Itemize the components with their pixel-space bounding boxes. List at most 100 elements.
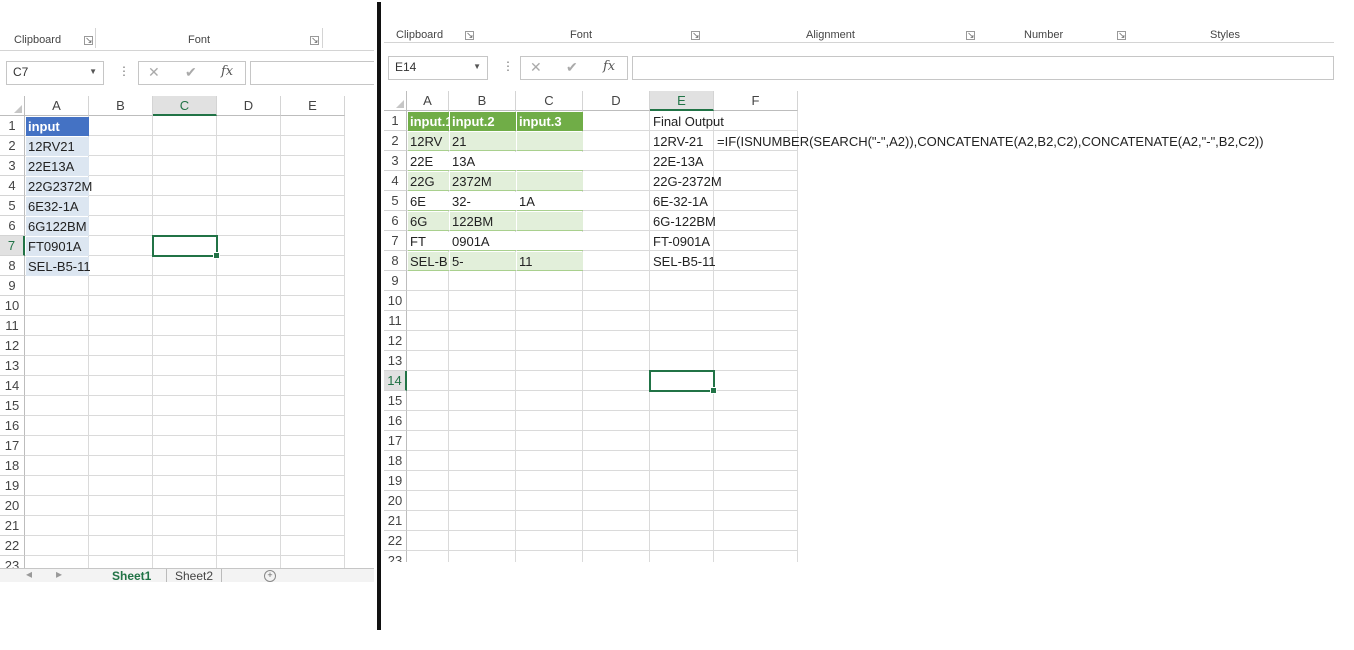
cell-f6[interactable] (714, 211, 798, 231)
cell-b19[interactable] (449, 471, 516, 491)
cell-a10[interactable] (407, 291, 449, 311)
cell-c14[interactable] (516, 371, 583, 391)
cell-a22[interactable] (25, 536, 89, 556)
cell-e7[interactable] (281, 236, 345, 256)
cell-d4[interactable] (583, 171, 650, 191)
cell-d21[interactable] (217, 516, 281, 536)
cell-b22[interactable] (449, 531, 516, 551)
input-value-cell[interactable]: SEL-B5-11 (26, 257, 91, 276)
cell-d9[interactable] (583, 271, 650, 291)
cell-d7[interactable] (583, 231, 650, 251)
cell-b14[interactable] (449, 371, 516, 391)
row-header-12[interactable]: 12 (384, 331, 407, 351)
ribbon-group-font[interactable]: Font (570, 29, 592, 41)
cell-e4[interactable] (281, 176, 345, 196)
cell-e19[interactable] (281, 476, 345, 496)
cell-c4[interactable] (153, 176, 217, 196)
row-header-21[interactable]: 21 (384, 511, 407, 531)
cell-a21[interactable] (407, 511, 449, 531)
cell-e9[interactable] (650, 271, 714, 291)
active-cell-selection[interactable] (152, 235, 220, 259)
cell-b21[interactable] (89, 516, 153, 536)
cell-e17[interactable] (650, 431, 714, 451)
cell-a13[interactable] (25, 356, 89, 376)
cell-c11[interactable] (153, 316, 217, 336)
cell-b17[interactable] (449, 431, 516, 451)
ribbon-group-clipboard[interactable]: Clipboard (396, 29, 443, 41)
cell-c23[interactable] (516, 551, 583, 562)
row-header-16[interactable]: 16 (384, 411, 407, 431)
row-header-18[interactable]: 18 (384, 451, 407, 471)
formula-bar-input[interactable] (250, 61, 374, 85)
cell-b16[interactable] (449, 411, 516, 431)
cell-d22[interactable] (217, 536, 281, 556)
table-data-cell[interactable]: SEL-B (408, 252, 449, 271)
cell-d1[interactable] (217, 116, 281, 136)
cell-a20[interactable] (407, 491, 449, 511)
row-header-3[interactable]: 3 (384, 151, 407, 171)
row-header-22[interactable]: 22 (384, 531, 407, 551)
cell-d4[interactable] (217, 176, 281, 196)
cell-b11[interactable] (449, 311, 516, 331)
row-header-14[interactable]: 14 (0, 376, 25, 396)
ribbon-group-clipboard[interactable]: Clipboard (14, 34, 61, 46)
cell-f22[interactable] (714, 531, 798, 551)
row-header-22[interactable]: 22 (0, 536, 25, 556)
cell-b6[interactable] (89, 216, 153, 236)
cell-e22[interactable] (650, 531, 714, 551)
cell-a15[interactable] (407, 391, 449, 411)
cell-c3[interactable] (153, 156, 217, 176)
column-header-b[interactable]: B (89, 96, 153, 116)
table-data-cell[interactable]: 6E (408, 192, 449, 211)
table-data-cell[interactable] (517, 212, 583, 231)
name-box[interactable]: C7 ▼ (6, 61, 104, 85)
cell-b13[interactable] (449, 351, 516, 371)
final-output-cell[interactable]: 22E-13A (651, 152, 714, 171)
column-header-c[interactable]: C (153, 96, 217, 116)
cell-e15[interactable] (650, 391, 714, 411)
column-header-c[interactable]: C (516, 91, 583, 111)
cell-d12[interactable] (217, 336, 281, 356)
cell-a19[interactable] (25, 476, 89, 496)
row-header-4[interactable]: 4 (384, 171, 407, 191)
row-header-10[interactable]: 10 (384, 291, 407, 311)
cell-c17[interactable] (153, 436, 217, 456)
cell-b9[interactable] (89, 276, 153, 296)
cell-d11[interactable] (583, 311, 650, 331)
cell-e14[interactable] (281, 376, 345, 396)
row-header-20[interactable]: 20 (0, 496, 25, 516)
cell-d20[interactable] (217, 496, 281, 516)
final-output-cell[interactable]: SEL-B5-11 (651, 252, 716, 271)
cell-f3[interactable] (714, 151, 798, 171)
row-header-18[interactable]: 18 (0, 456, 25, 476)
cell-b20[interactable] (89, 496, 153, 516)
cell-a14[interactable] (25, 376, 89, 396)
cell-e16[interactable] (650, 411, 714, 431)
cell-f14[interactable] (714, 371, 798, 391)
cell-d11[interactable] (217, 316, 281, 336)
table-data-cell[interactable]: 11 (517, 252, 583, 271)
row-header-13[interactable]: 13 (0, 356, 25, 376)
input-value-cell[interactable]: 6E32-1A (26, 197, 89, 216)
cell-c10[interactable] (516, 291, 583, 311)
input-value-cell[interactable]: 6G122BM (26, 217, 89, 236)
cell-b18[interactable] (89, 456, 153, 476)
name-box[interactable]: E14 ▼ (388, 56, 488, 80)
new-sheet-plus-icon[interactable]: + (264, 570, 276, 582)
row-header-10[interactable]: 10 (0, 296, 25, 316)
cell-d15[interactable] (583, 391, 650, 411)
cell-d17[interactable] (583, 431, 650, 451)
cell-c19[interactable] (516, 471, 583, 491)
cell-a21[interactable] (25, 516, 89, 536)
cell-b9[interactable] (449, 271, 516, 291)
cell-b14[interactable] (89, 376, 153, 396)
table-data-cell[interactable]: 32- (450, 192, 516, 211)
cell-d12[interactable] (583, 331, 650, 351)
table-data-cell[interactable]: 22E (408, 152, 449, 171)
cell-b10[interactable] (89, 296, 153, 316)
cell-b4[interactable] (89, 176, 153, 196)
cell-e16[interactable] (281, 416, 345, 436)
column-header-a[interactable]: A (407, 91, 449, 111)
row-header-7[interactable]: 7 (0, 236, 25, 256)
row-header-23[interactable]: 23 (384, 551, 407, 562)
